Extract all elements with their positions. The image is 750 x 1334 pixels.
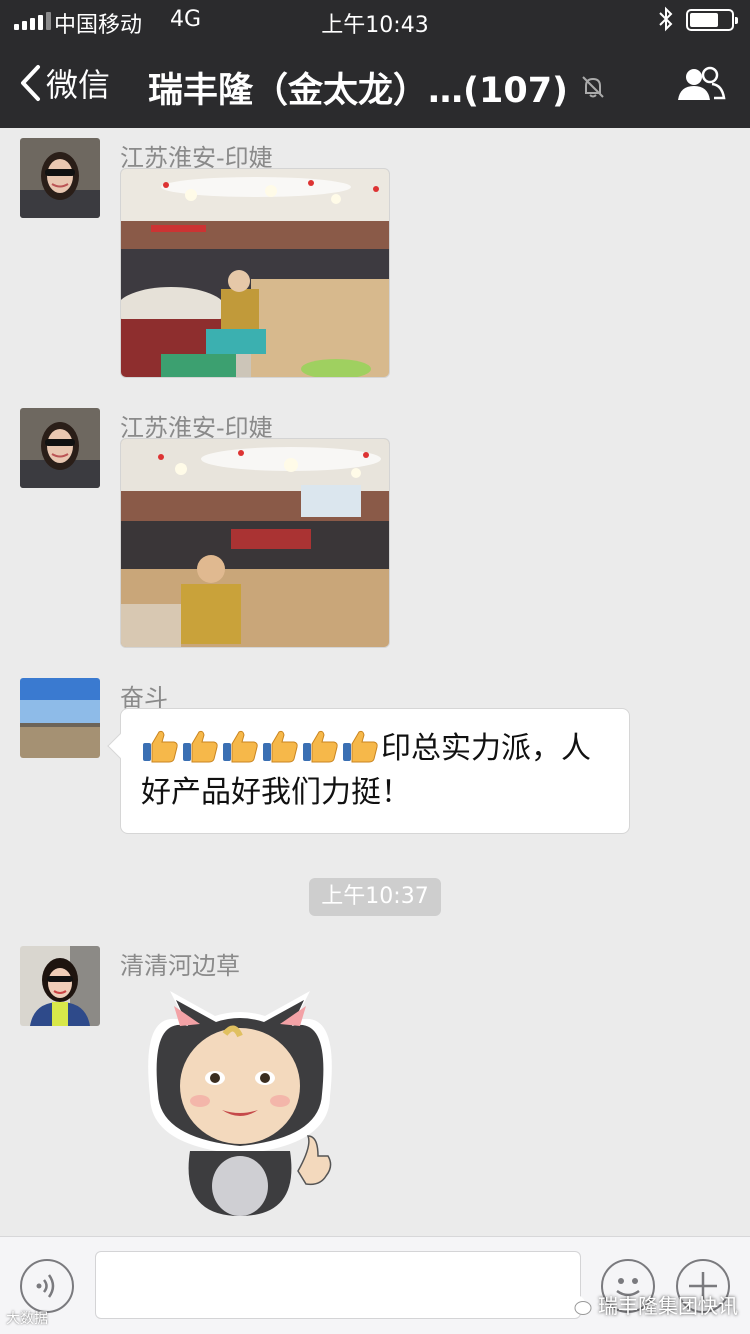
- image-message[interactable]: [120, 438, 390, 648]
- thumbs-up-icon: [343, 730, 378, 763]
- timestamp: 上午10:37: [309, 878, 441, 916]
- message-input[interactable]: [95, 1251, 581, 1319]
- thumbs-up-icon: [263, 730, 298, 763]
- thumbs-up-icon: [183, 730, 218, 763]
- thumbs-up-icon: [143, 730, 178, 763]
- status-bar: 中国移动 4G 上午10:43: [0, 0, 750, 40]
- chat-title: 瑞丰隆（金太龙）…(107): [148, 71, 569, 111]
- avatar[interactable]: [20, 678, 100, 758]
- wechat-logo-icon: [565, 1294, 592, 1315]
- mute-icon: [580, 74, 606, 104]
- text-message-bubble[interactable]: 印总实力派，人好产品好我们力挺！: [107, 708, 630, 834]
- chat-header: 微信 瑞丰隆（金太龙）…(107): [0, 40, 750, 128]
- voice-icon: [36, 1274, 55, 1298]
- voice-button[interactable]: [20, 1259, 74, 1313]
- watermark-left: 大数据: [6, 1311, 48, 1327]
- group-members-icon[interactable]: [676, 66, 726, 106]
- back-label: 微信: [46, 66, 111, 104]
- watermark-right: 瑞丰隆集团快讯: [564, 1290, 738, 1319]
- image-message[interactable]: [120, 168, 390, 378]
- thumbs-up-icons: [141, 730, 381, 766]
- avatar[interactable]: [20, 408, 100, 488]
- back-chevron-icon: [21, 65, 40, 101]
- bluetooth-icon: [656, 6, 676, 38]
- watermark-right-text: 瑞丰隆集团快讯: [598, 1294, 738, 1318]
- sender-name: 清清河边草: [120, 952, 240, 980]
- status-time: 上午10:43: [321, 13, 429, 38]
- avatar[interactable]: [20, 138, 100, 218]
- thumbs-up-icon: [223, 730, 258, 763]
- cat-costume-sticker[interactable]: [130, 986, 350, 1216]
- input-bar: [0, 1236, 750, 1334]
- battery-icon: [686, 9, 738, 31]
- back-button[interactable]: 微信: [18, 60, 110, 106]
- message-list[interactable]: 江苏淮安-印婕 江苏淮安-印婕 奋斗 印总实力派，人好产品好我们力挺！ 上午10…: [0, 128, 750, 1236]
- avatar[interactable]: [20, 946, 100, 1026]
- thumbs-up-icon: [303, 730, 338, 763]
